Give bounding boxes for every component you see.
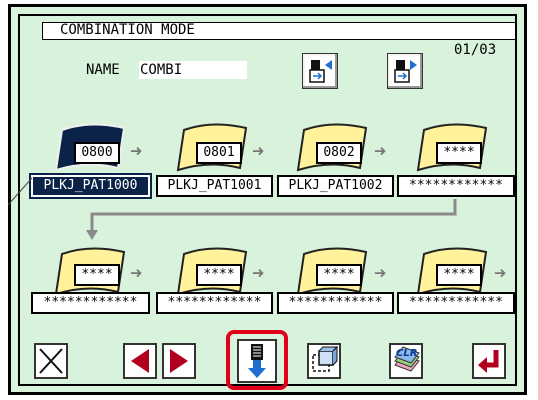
pattern-code: **** <box>436 264 482 286</box>
prev-button[interactable] <box>123 343 157 379</box>
insert-down-button[interactable] <box>237 339 277 383</box>
close-icon <box>39 348 63 374</box>
flow-arrow-icon: ➜ <box>130 261 143 285</box>
pattern-name[interactable]: ************ <box>397 292 515 314</box>
copy-icon <box>312 345 339 372</box>
arrow-right-icon <box>170 349 188 373</box>
clear-button[interactable]: CLR <box>389 343 423 379</box>
next-button[interactable] <box>162 343 196 379</box>
flow-arrow-icon: ➜ <box>252 261 265 285</box>
arrow-left-icon <box>131 349 149 373</box>
enter-button[interactable] <box>472 343 506 379</box>
pattern-name[interactable]: ************ <box>31 292 150 314</box>
close-button[interactable] <box>34 343 68 379</box>
enter-icon <box>478 350 499 373</box>
copy-button[interactable] <box>307 343 341 379</box>
pattern-code: **** <box>196 264 242 286</box>
pattern-name[interactable]: ************ <box>156 292 273 314</box>
flow-arrow-icon: ➜ <box>374 261 387 285</box>
pattern-name[interactable]: ************ <box>277 292 394 314</box>
flow-arrow-icon: ➜ <box>494 261 507 285</box>
insert-down-icon <box>248 344 266 378</box>
clear-label: CLR <box>396 348 418 359</box>
pattern-code: **** <box>316 264 362 286</box>
pattern-code: **** <box>74 264 120 286</box>
